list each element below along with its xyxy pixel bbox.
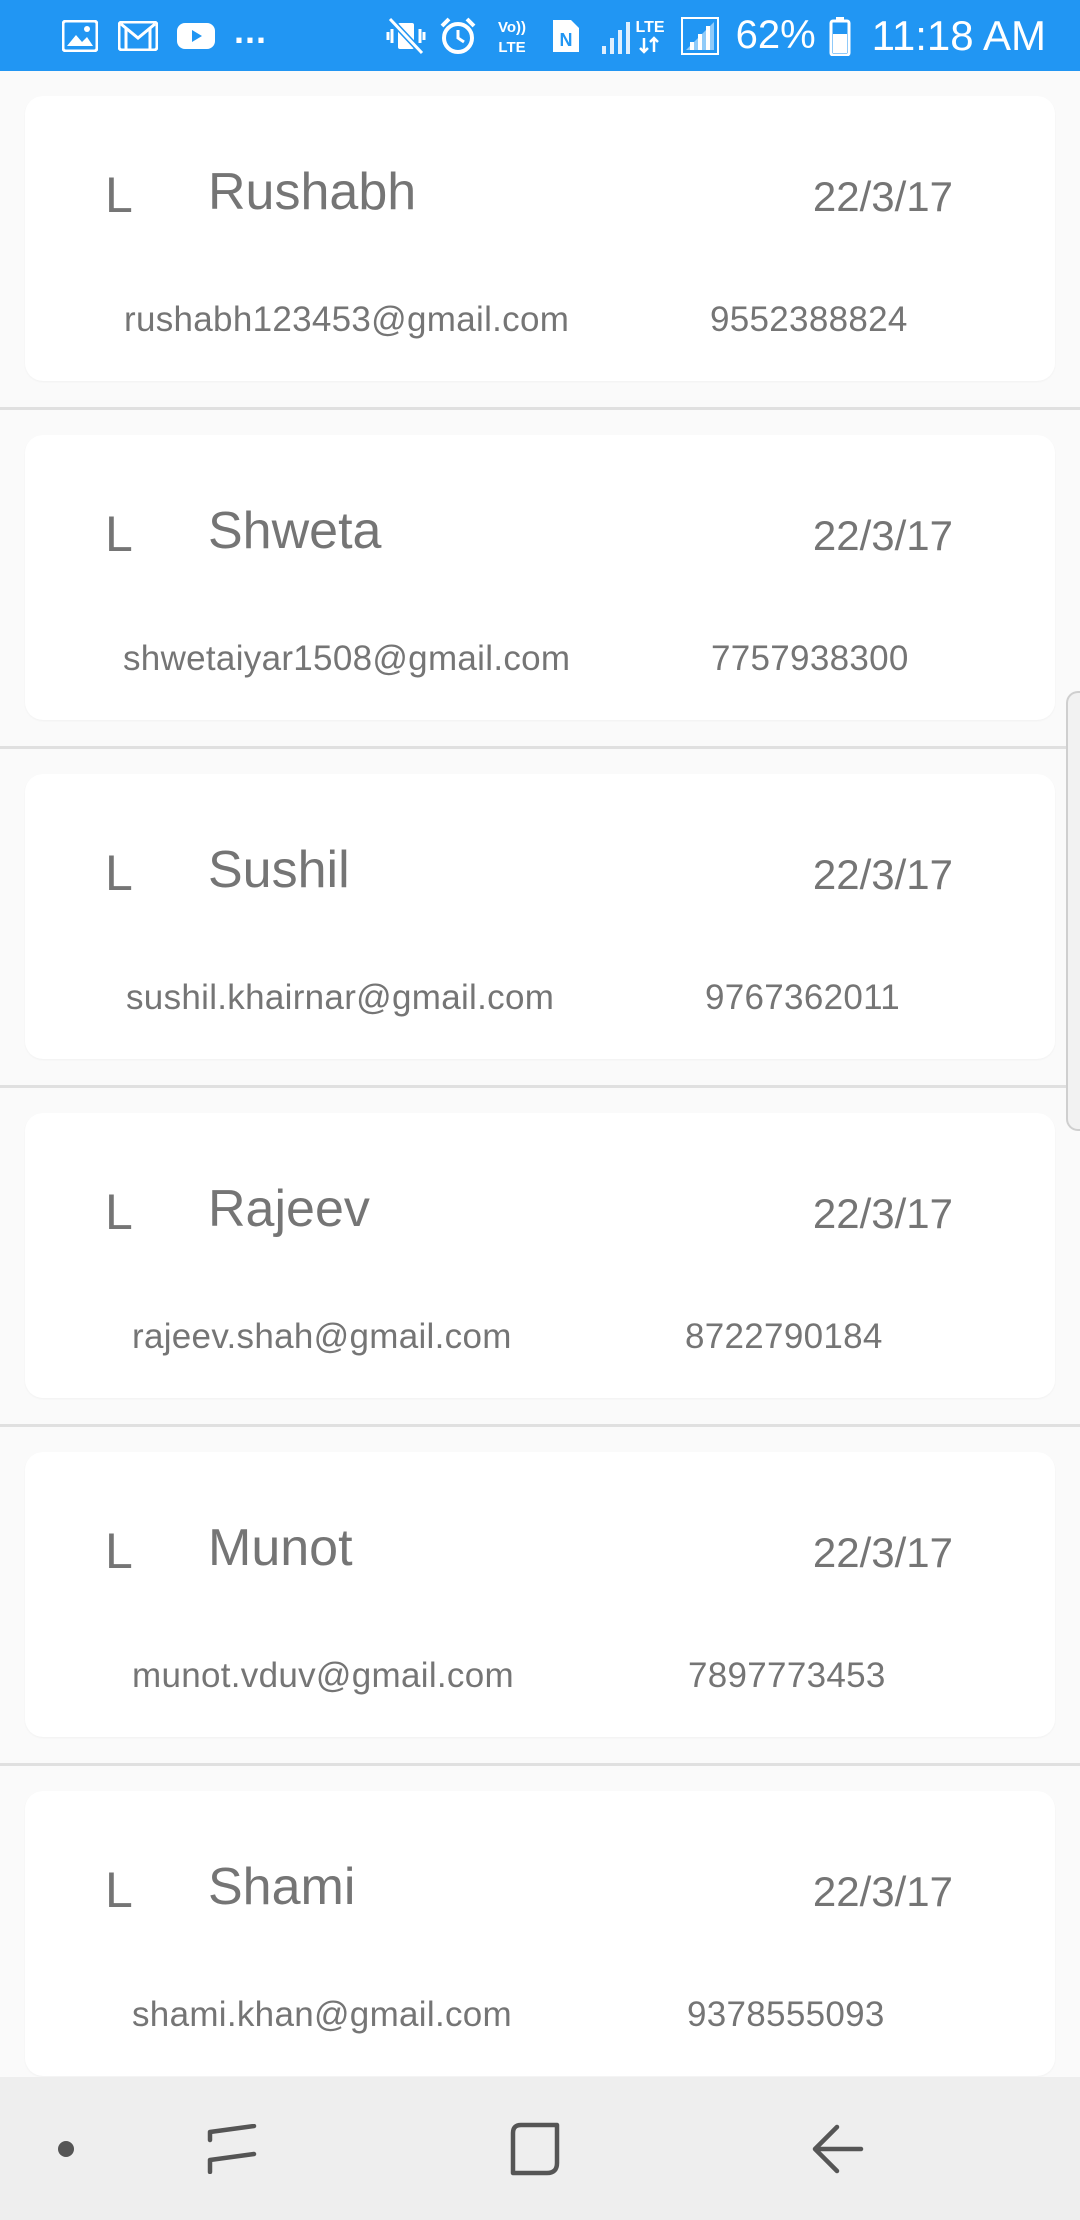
contact-name: Shweta (208, 502, 382, 560)
gmail-icon (118, 16, 158, 56)
contact-phone: 9767362011 (705, 978, 901, 1017)
contact-email: rushabh123453@gmail.com (124, 300, 570, 339)
list-item[interactable]: L Sushil 22/3/17 sushil.khairnar@gmail.c… (0, 749, 1080, 1088)
contact-phone: 9378555093 (687, 1995, 885, 2034)
contact-name: Rushabh (208, 163, 417, 221)
contact-email: shwetaiyar1508@gmail.com (123, 639, 571, 678)
gallery-icon (60, 16, 100, 56)
list-item[interactable]: L Rajeev 22/3/17 rajeev.shah@gmail.com 8… (0, 1088, 1080, 1427)
signal-lte-icon: LTE (598, 16, 668, 56)
contact-card[interactable]: L Shami 22/3/17 shami.khan@gmail.com 937… (25, 1791, 1055, 2076)
notification-icons: ... (60, 10, 267, 56)
scrollbar-handle[interactable] (1066, 691, 1080, 1131)
contact-name: Rajeev (208, 1180, 370, 1238)
contact-card[interactable]: L Munot 22/3/17 munot.vduv@gmail.com 789… (25, 1452, 1055, 1737)
list-item[interactable]: L Rushabh 22/3/17 rushabh123453@gmail.co… (0, 71, 1080, 410)
volte-icon: Vo)) LTE (490, 16, 534, 56)
contact-card[interactable]: L Shweta 22/3/17 shwetaiyar1508@gmail.co… (25, 435, 1055, 720)
home-icon[interactable] (475, 2077, 595, 2220)
contact-initial: L (105, 506, 133, 562)
navigation-bar (0, 2077, 1080, 2220)
contact-initial: L (105, 167, 133, 223)
contact-initial: L (105, 1862, 133, 1918)
contact-card[interactable]: L Sushil 22/3/17 sushil.khairnar@gmail.c… (25, 774, 1055, 1059)
contact-initial: L (105, 845, 133, 901)
contact-email: munot.vduv@gmail.com (132, 1656, 514, 1695)
contact-phone: 7757938300 (711, 639, 909, 678)
contact-phone: 9552388824 (710, 300, 908, 339)
contact-card[interactable]: L Rushabh 22/3/17 rushabh123453@gmail.co… (25, 96, 1055, 381)
signal-icon (680, 16, 720, 56)
svg-text:N: N (559, 30, 572, 50)
battery-icon (828, 16, 852, 56)
contact-phone: 8722790184 (685, 1317, 883, 1356)
contact-date: 22/3/17 (812, 1190, 953, 1237)
youtube-icon (176, 16, 216, 56)
contact-email: sushil.khairnar@gmail.com (126, 978, 555, 1017)
contact-date: 22/3/17 (812, 1529, 953, 1576)
svg-text:Vo)): Vo)) (498, 19, 526, 36)
svg-text:LTE: LTE (498, 39, 525, 56)
contact-name: Sushil (208, 841, 350, 899)
svg-text:LTE: LTE (635, 19, 664, 36)
contact-initial: L (105, 1523, 133, 1579)
contact-list[interactable]: L Rushabh 22/3/17 rushabh123453@gmail.co… (0, 71, 1080, 2077)
dot-icon[interactable] (6, 2077, 126, 2220)
list-item[interactable]: L Shami 22/3/17 shami.khan@gmail.com 937… (0, 1766, 1080, 2077)
contact-initial: L (105, 1184, 133, 1240)
list-item[interactable]: L Shweta 22/3/17 shwetaiyar1508@gmail.co… (0, 410, 1080, 749)
list-item[interactable]: L Munot 22/3/17 munot.vduv@gmail.com 789… (0, 1427, 1080, 1766)
contact-email: shami.khan@gmail.com (132, 1995, 512, 2034)
contact-email: rajeev.shah@gmail.com (132, 1317, 512, 1356)
contact-phone: 7897773453 (688, 1656, 886, 1695)
alarm-icon (438, 16, 478, 56)
contact-name: Munot (208, 1519, 353, 1577)
contact-date: 22/3/17 (812, 512, 953, 559)
mute-vibrate-icon (386, 16, 426, 56)
battery-percent: 62% (735, 13, 816, 57)
contact-name: Shami (208, 1858, 356, 1916)
recents-icon[interactable] (172, 2077, 292, 2220)
back-icon[interactable] (777, 2077, 897, 2220)
system-icons: Vo)) LTE N LTE 62% 11:18 AM (386, 12, 1046, 60)
contact-date: 22/3/17 (812, 851, 953, 898)
clock: 11:18 AM (871, 11, 1046, 59)
overflow-dots: ... (234, 9, 268, 51)
contact-card[interactable]: L Rajeev 22/3/17 rajeev.shah@gmail.com 8… (25, 1113, 1055, 1398)
status-bar: ... Vo)) LTE N LTE 62% 11:18 AM (0, 0, 1080, 71)
nfc-icon: N (546, 16, 586, 56)
contact-date: 22/3/17 (812, 1868, 953, 1915)
contact-date: 22/3/17 (812, 173, 953, 220)
